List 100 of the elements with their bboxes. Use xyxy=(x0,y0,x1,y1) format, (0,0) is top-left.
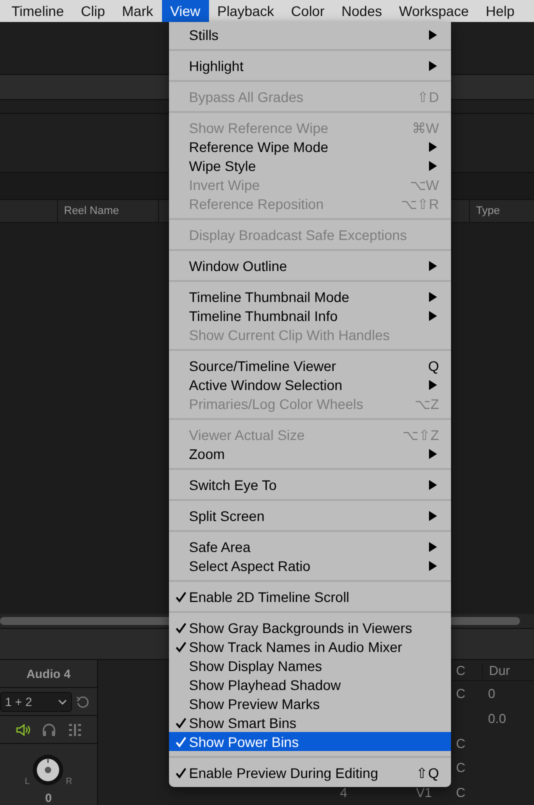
menu-item-label: Invert Wipe xyxy=(189,176,261,192)
track-name: Audio 4 xyxy=(26,666,70,680)
submenu-arrow-icon xyxy=(429,380,437,390)
table-cell: C xyxy=(456,760,466,776)
menu-item-label: Display Broadcast Safe Exceptions xyxy=(189,226,408,242)
menu-item[interactable]: Timeline Thumbnail Mode xyxy=(169,287,451,306)
column-header[interactable]: C xyxy=(451,662,482,678)
menu-item[interactable]: Window Outline xyxy=(169,256,451,275)
menu-item-label: Enable Preview During Editing xyxy=(189,764,380,780)
menu-bar-item[interactable]: Timeline xyxy=(3,0,72,22)
table-cell: 0.0 xyxy=(488,710,506,726)
menu-item-label: Split Screen xyxy=(189,508,266,524)
menu-item-label: Bypass All Grades xyxy=(189,88,304,104)
headphones-icon[interactable] xyxy=(40,722,56,736)
menu-item-label: Zoom xyxy=(189,446,226,462)
table-cell: 0 xyxy=(488,686,496,702)
menu-item-label: Show Smart Bins xyxy=(189,714,298,730)
menu-bar-item[interactable]: Color xyxy=(282,0,334,22)
submenu-arrow-icon xyxy=(429,260,437,270)
shortcut-label: ⌥⇧R xyxy=(400,196,439,212)
table-cell: C xyxy=(456,785,466,800)
menu-item-label: Show Display Names xyxy=(189,658,324,674)
menu-item[interactable]: Show Display Names xyxy=(169,656,451,675)
table-cell: C xyxy=(456,736,466,751)
shortcut-label: ⌘W xyxy=(412,120,439,136)
submenu-arrow-icon xyxy=(429,480,437,490)
shortcut-label: ⇧D xyxy=(416,88,439,104)
shortcut-label: Q xyxy=(428,358,439,374)
menu-item-label: Source/Timeline Viewer xyxy=(189,358,338,374)
menu-item-label: Timeline Thumbnail Info xyxy=(189,308,339,324)
menu-item[interactable]: Show Preview Marks xyxy=(169,694,451,713)
menu-item[interactable]: Source/Timeline Viewer Q xyxy=(169,356,451,375)
menu-item-label: Switch Eye To xyxy=(189,476,278,492)
menu-item-label: Show Power Bins xyxy=(189,734,300,750)
menu-bar-item[interactable]: Playback xyxy=(208,0,283,22)
menu-item[interactable]: Reference Wipe Mode xyxy=(169,137,451,156)
shortcut-label: ⌥Z xyxy=(414,396,439,412)
menu-item[interactable]: Highlight xyxy=(169,56,451,75)
menu-item-label: Show Playhead Shadow xyxy=(189,676,342,692)
pan-knob[interactable] xyxy=(32,754,64,786)
table-cell: V1 xyxy=(416,785,432,800)
menu-item-label: Show Reference Wipe xyxy=(189,120,330,136)
menu-item-label: Wipe Style xyxy=(189,158,257,174)
menu-bar-item[interactable]: Help xyxy=(477,0,524,22)
pan-left-label: L xyxy=(24,776,30,786)
routing-dropdown[interactable]: 1 + 2 xyxy=(0,692,72,712)
menu-item[interactable]: Zoom xyxy=(169,444,451,463)
menu-item-label: Window Outline xyxy=(189,258,288,274)
submenu-arrow-icon xyxy=(429,60,437,70)
menu-item[interactable]: Split Screen xyxy=(169,506,451,525)
menu-item-label: Timeline Thumbnail Mode xyxy=(189,288,350,304)
submenu-arrow-icon xyxy=(429,30,437,40)
menu-item[interactable]: Show Smart Bins xyxy=(169,713,451,732)
menu-item[interactable]: Switch Eye To xyxy=(169,475,451,494)
table-cell: C xyxy=(456,686,466,702)
menu-bar-item[interactable]: Clip xyxy=(72,0,114,22)
menu-item[interactable]: Show Playhead Shadow xyxy=(169,675,451,694)
menu-item-label: Show Gray Backgrounds in Viewers xyxy=(189,620,414,636)
menu-item[interactable]: Select Aspect Ratio xyxy=(169,556,451,575)
submenu-arrow-icon xyxy=(429,510,437,520)
menu-item-label: Reference Reposition xyxy=(189,196,325,212)
menu-item[interactable]: Safe Area xyxy=(169,537,451,556)
menu-item[interactable]: Enable 2D Timeline Scroll xyxy=(169,587,451,606)
menu-item[interactable]: Enable Preview During Editing ⇧Q xyxy=(169,763,451,782)
pan-value: 0 xyxy=(44,791,53,805)
menu-item-label: Show Track Names in Audio Mixer xyxy=(189,638,404,654)
menu-item-label: Safe Area xyxy=(189,538,252,554)
pan-right-label: R xyxy=(66,776,72,786)
grid-icon[interactable] xyxy=(66,722,82,736)
menu-item-label: Select Aspect Ratio xyxy=(189,558,312,574)
menu-item[interactable]: Timeline Thumbnail Info xyxy=(169,306,451,325)
menu-item[interactable]: Show Track Names in Audio Mixer xyxy=(169,637,451,656)
menu-bar-item[interactable]: Workspace xyxy=(390,0,478,22)
table-cell: 4 xyxy=(340,785,348,800)
menu-item-label: Viewer Actual Size xyxy=(189,426,306,442)
menu-item[interactable]: Show Power Bins xyxy=(169,732,451,751)
menu-item[interactable]: Show Gray Backgrounds in Viewers xyxy=(169,618,451,637)
menu-item-label: Show Preview Marks xyxy=(189,696,321,712)
menu-item-label: Reference Wipe Mode xyxy=(189,138,330,154)
shortcut-label: ⌥W xyxy=(410,176,439,192)
caret-icon xyxy=(58,698,67,704)
menu-item-label: Active Window Selection xyxy=(189,376,344,392)
menu-item-label: Highlight xyxy=(189,58,244,74)
column-header[interactable]: Type xyxy=(476,205,500,217)
menu-item[interactable]: Stills xyxy=(169,25,451,44)
menu-bar-item[interactable]: Mark xyxy=(114,0,162,22)
column-header[interactable]: Dur xyxy=(482,662,534,678)
menu-item[interactable]: Wipe Style xyxy=(169,156,451,175)
menu-item-label: Enable 2D Timeline Scroll xyxy=(189,588,350,604)
reset-icon[interactable] xyxy=(76,694,90,708)
menu-item-label: Stills xyxy=(189,26,220,42)
menu-bar-item[interactable]: Nodes xyxy=(333,0,390,22)
column-header[interactable]: Reel Name xyxy=(64,205,120,217)
submenu-arrow-icon xyxy=(429,448,437,458)
menu-bar-item[interactable]: View xyxy=(162,0,209,22)
shortcut-label: ⇧Q xyxy=(416,764,439,780)
speaker-icon[interactable] xyxy=(14,722,30,736)
shortcut-label: ⌥⇧Z xyxy=(402,426,439,442)
menu-item-label: Show Current Clip With Handles xyxy=(189,326,391,342)
menu-item[interactable]: Active Window Selection xyxy=(169,375,451,394)
